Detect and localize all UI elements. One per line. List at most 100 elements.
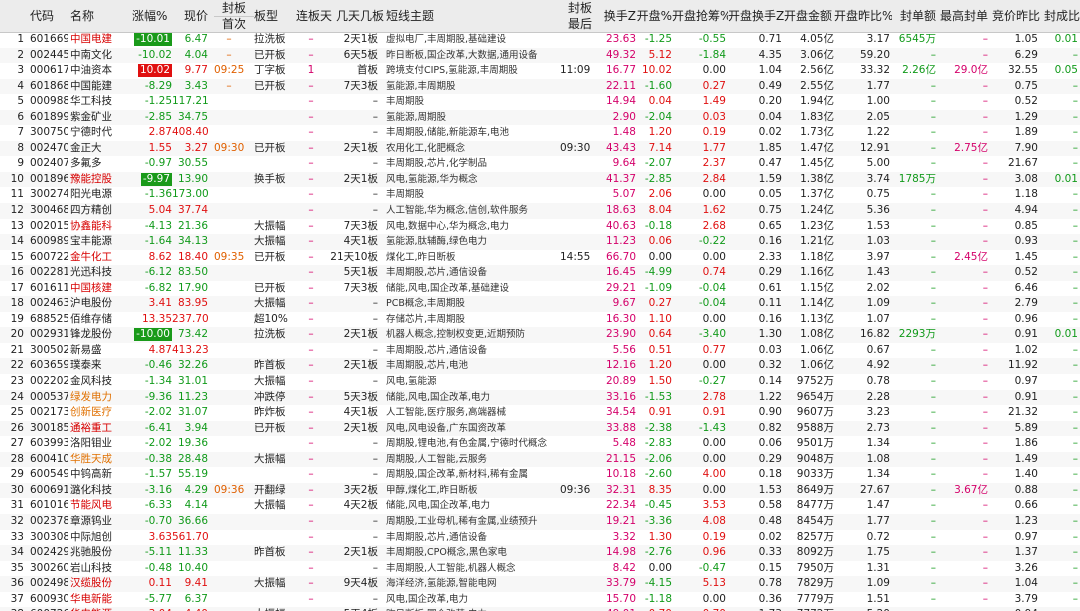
- table-row[interactable]: 7 300750 宁德时代 2.87 408.40– – 丰周期股,储能,新能源车,电池 1.…: [0, 125, 1080, 141]
- table-row[interactable]: 13 002015 协鑫能科 -4.13 21.36 大振幅 – 7天3板 风电,数据中心,华为…: [0, 219, 1080, 235]
- pct-value: -5.77: [144, 592, 172, 605]
- table-row[interactable]: 30 600691 潞化科技 -3.16 4.29 09:36 开翻绿 – 3天2板 甲醇,煤化工…: [0, 482, 1080, 499]
- table-row[interactable]: 16 002281 光迅科技 -6.12 83.50 – 5天1板 丰周期股,芯片,通信设备 1…: [0, 265, 1080, 281]
- cell-name[interactable]: 锋龙股份: [70, 327, 124, 343]
- col-theme[interactable]: 短线主题: [386, 0, 446, 32]
- table-row[interactable]: 5 000988 华工科技 -1.25 117.21– – 丰周期股 14.94 0.04 1.4…: [0, 94, 1080, 110]
- cell-name[interactable]: 协鑫能科: [70, 219, 124, 235]
- table-row[interactable]: 17 601611 中国核建 -6.82 17.90 已开板 – 7天3板 储能,风电,国企改革…: [0, 281, 1080, 297]
- table-row[interactable]: 2 002445 中南文化 -10.02 4.04 – 已开板 – 6天5板 昨日断板,国企改革,…: [0, 47, 1080, 64]
- table-row[interactable]: 32 002378 章源钨业 -0.70 36.66– – 周期股,工业母机,稀有金属,业绩…: [0, 513, 1080, 530]
- cell-name[interactable]: 华电新能: [70, 592, 124, 608]
- col-seal-first[interactable]: 封板 首次: [214, 0, 254, 32]
- table-row[interactable]: 25 002173 创新医疗 -2.02 31.07 昨炸板 – 4天1板 人工智能,医疗服务,…: [0, 405, 1080, 421]
- table-row[interactable]: 31 601016 节能风电 -6.33 4.14 大振幅 – 4天2板 储能,风电,国企改革,…: [0, 498, 1080, 514]
- table-row[interactable]: 34 002429 兆驰股份 -5.11 11.33 昨首板 – 2天1板 丰周期股,CPO概念…: [0, 545, 1080, 561]
- cell-lianban: –: [308, 33, 314, 45]
- cell-name[interactable]: 四方精创: [70, 203, 124, 219]
- cell-name[interactable]: 佰维存储: [70, 312, 124, 328]
- table-row[interactable]: 8 002470 金正大 1.55 3.27 09:30 已开板 – 2天1板 农用化工,化肥概念…: [0, 140, 1080, 157]
- table-row[interactable]: 24 000537 绿发电力 -9.36 11.23 冲跌停 – 5天3板 储能,风电,国企改革…: [0, 389, 1080, 406]
- cell-code: 000537: [30, 390, 68, 403]
- table-row[interactable]: 3 000617 中油资本 10.02 9.77 09:25 丁字板 1 首板 跨境支付CIPS,…: [0, 63, 1080, 79]
- cell-name[interactable]: 金风科技: [70, 374, 124, 390]
- cell-name[interactable]: 璞泰来: [70, 358, 124, 374]
- cell-name[interactable]: 华工科技: [70, 94, 124, 110]
- table-row[interactable]: 37 600930 华电新能 -5.77 6.37– – 风电,国企改革,电力 15.70 -1…: [0, 592, 1080, 608]
- table-row[interactable]: 18 002463 沪电股份 3.41 83.95 大振幅 – – PCB概念,丰周期股 9.67…: [0, 296, 1080, 312]
- cell-name[interactable]: 节能风电: [70, 498, 124, 514]
- table-row[interactable]: 26 300185 通裕重工 -6.41 3.94 已开板 – 2天1板 风电,风电设备,广东国…: [0, 420, 1080, 437]
- table-row[interactable]: 28 600410 华胜天成 -0.38 28.48 大振幅 – – 周期股,人工智能,云服务 2…: [0, 451, 1080, 468]
- table-row[interactable]: 23 002202 金风科技 -1.34 31.01 大振幅 – – 风电,氢能源 20.89 1.…: [0, 374, 1080, 390]
- col-board-type[interactable]: 板型: [254, 0, 294, 32]
- table-row[interactable]: 19 688525 佰维存储 13.35 237.70 超10% – – 存储芯片,丰周期股 16…: [0, 312, 1080, 328]
- cell-name[interactable]: 通裕重工: [70, 421, 124, 437]
- cell-name[interactable]: 阳光电源: [70, 187, 124, 203]
- table-row[interactable]: 27 603993 洛阳钼业 -2.02 19.36– – 周期股,锂电池,有色金属,宁德时…: [0, 436, 1080, 452]
- table-row[interactable]: 35 300260 岩山科技 -0.48 10.40– – 丰周期股,人工智能,机器人概念 8…: [0, 561, 1080, 577]
- cell-name[interactable]: 汉缆股份: [70, 576, 124, 592]
- table-row[interactable]: 12 300468 四方精创 5.04 37.74– – 人工智能,华为概念,信创,软件服务…: [0, 203, 1080, 219]
- table-row[interactable]: 29 600549 中钨高新 -1.57 55.19– – 周期股,国企改革,新材料,稀有金…: [0, 467, 1080, 483]
- col-open-turnover-z[interactable]: 开盘换手Z: [728, 0, 784, 32]
- col-lianban[interactable]: 连板天: [296, 0, 336, 32]
- table-row[interactable]: 15 600722 金牛化工 8.62 18.40 09:35 已开板 – 21天10板 煤化工,…: [0, 250, 1080, 266]
- col-seal-success[interactable]: 封成比: [1044, 0, 1080, 32]
- cell-name[interactable]: 中际旭创: [70, 530, 124, 546]
- col-pct[interactable]: 涨幅%: [132, 0, 172, 32]
- cell-name[interactable]: 章源钨业: [70, 514, 124, 530]
- cell-name[interactable]: 中国核建: [70, 281, 124, 297]
- cell-name[interactable]: 潞化科技: [70, 483, 124, 499]
- col-seal-last[interactable]: 封板 最后: [562, 0, 598, 32]
- table-row[interactable]: 14 600989 宝丰能源 -1.64 34.13 大振幅 – 4天1板 氢能源,肽辅酶,绿色…: [0, 234, 1080, 250]
- col-seal-amount[interactable]: 封单额: [896, 0, 936, 32]
- cell-name[interactable]: 光迅科技: [70, 265, 124, 281]
- col-bid-ratio[interactable]: 竞价昨比: [992, 0, 1040, 32]
- col-open-amount[interactable]: 开盘金额↓: [784, 0, 834, 32]
- cell-name[interactable]: 绿发电力: [70, 390, 124, 406]
- cell-name[interactable]: 兆驰股份: [70, 545, 124, 561]
- cell-name[interactable]: 岩山科技: [70, 561, 124, 577]
- cell-name[interactable]: 中钨高新: [70, 467, 124, 483]
- table-row[interactable]: 1 601669 中国电建 -10.01 6.47 – 拉洗板 – 2天1板 虚拟电厂,丰周期股,…: [0, 32, 1080, 48]
- table-row[interactable]: 33 300308 中际旭创 3.63 561.70– – 丰周期股,芯片,通信设备 3.32…: [0, 530, 1080, 546]
- table-row[interactable]: 10 001896 豫能控股 -9.97 13.90 换手板 – 2天1板 风电,氢能源,华为概…: [0, 171, 1080, 188]
- cell-name[interactable]: 多氟多: [70, 156, 124, 172]
- table-row[interactable]: 6 601899 紫金矿业 -2.85 34.75– – 氢能源,周期股 2.90 -2.04 0…: [0, 109, 1080, 126]
- table-row[interactable]: 11 300274 阳光电源 -1.36 173.00– – 丰周期股 5.07 2.06 0.0…: [0, 187, 1080, 203]
- cell-name[interactable]: 洛阳钼业: [70, 436, 124, 452]
- cell-name[interactable]: 中国电建: [70, 32, 124, 48]
- col-turnover-z[interactable]: 换手Z: [600, 0, 636, 32]
- cell-name[interactable]: 豫能控股: [70, 172, 124, 188]
- table-row[interactable]: 9 002407 多氟多 -0.97 30.55– – 丰周期股,芯片,化学制品 9.64 -2…: [0, 156, 1080, 172]
- col-price[interactable]: 现价: [172, 0, 208, 32]
- col-open-ratio[interactable]: 开盘昨比%: [834, 0, 892, 32]
- cell-name[interactable]: 沪电股份: [70, 296, 124, 312]
- table-row[interactable]: 36 002498 汉缆股份 0.11 9.41 大振幅 – 9天4板 海洋经济,氢能源,智能电…: [0, 576, 1080, 592]
- table-row[interactable]: 22 603659 璞泰来 -0.46 32.26 昨首板 – 2天1板 丰周期股,芯片,电池 1…: [0, 358, 1080, 375]
- col-jitian[interactable]: 几天几板: [336, 0, 384, 32]
- cell-name[interactable]: 中国能建: [70, 79, 124, 95]
- col-open-pct[interactable]: 开盘%: [636, 0, 672, 32]
- col-name[interactable]: 名称: [70, 0, 125, 32]
- table-row[interactable]: 21 300502 新易盛 4.87 413.23– – 丰周期股,芯片,通信设备 5.56 0…: [0, 343, 1080, 359]
- cell-name[interactable]: 华电能源: [70, 607, 124, 611]
- cell-name[interactable]: 紫金矿业: [70, 110, 124, 126]
- cell-name[interactable]: 新易盛: [70, 343, 124, 359]
- col-max-seal[interactable]: 最高封单: [940, 0, 988, 32]
- cell-name[interactable]: 金正大: [70, 141, 124, 157]
- table-row[interactable]: 20 002931 锋龙股份 -10.00 73.42 拉洗板 – 2天1板 机器人概念,控制权…: [0, 327, 1080, 343]
- cell-name[interactable]: 华胜天成: [70, 452, 124, 468]
- col-open-grab[interactable]: 开盘抢筹%: [672, 0, 728, 32]
- cell-name[interactable]: 中南文化: [70, 48, 124, 64]
- cell-name[interactable]: 宁德时代: [70, 125, 124, 141]
- cell-name[interactable]: 金牛化工: [70, 250, 124, 266]
- table-row[interactable]: 38600726华电能源3.044.40大振幅–5天4板昨日断板,国企改革,电力…: [0, 607, 1080, 611]
- cell-open-amount: 1.23亿: [800, 219, 834, 232]
- cell-name[interactable]: 创新医疗: [70, 405, 124, 421]
- cell-name[interactable]: 中油资本: [70, 63, 124, 79]
- col-code[interactable]: 代码: [30, 0, 70, 32]
- cell-name[interactable]: 宝丰能源: [70, 234, 124, 250]
- table-row[interactable]: 4 601868 中国能建 -8.29 3.43 – 已开板 – 7天3板 氢能源,丰周期股 22.…: [0, 78, 1080, 95]
